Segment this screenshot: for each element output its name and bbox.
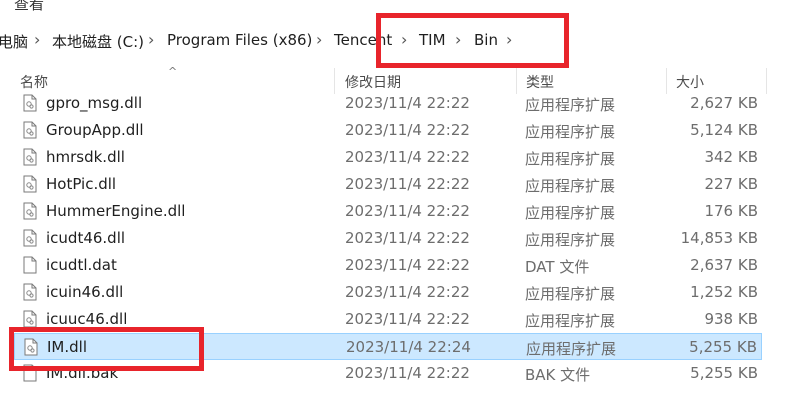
dll-icon [23, 229, 37, 247]
dll-icon [23, 121, 37, 139]
file-type: 应用程序扩展 [525, 231, 616, 249]
file-date: 2023/11/4 22:22 [345, 364, 470, 382]
file-name: GroupApp.dll [46, 121, 144, 139]
file-type: 应用程序扩展 [525, 204, 616, 222]
file-name: HotPic.dll [46, 175, 117, 193]
file-date: 2023/11/4 22:22 [345, 229, 470, 247]
chevron-right-icon[interactable]: › [148, 30, 154, 49]
file-type: DAT 文件 [525, 258, 590, 276]
file-size: 14,853 KB [680, 229, 758, 247]
chevron-right-icon[interactable]: › [34, 30, 40, 49]
breadcrumb-this-pc[interactable]: 电脑 [0, 31, 28, 52]
file-row[interactable]: HotPic.dll 2023/11/4 22:22 应用程序扩展 227 KB [14, 171, 762, 198]
file-size: 2,627 KB [690, 94, 758, 112]
file-name: icudt46.dll [46, 229, 126, 247]
file-date: 2023/11/4 22:22 [345, 283, 470, 301]
file-icon [23, 364, 37, 382]
chevron-right-icon[interactable]: › [401, 30, 407, 49]
file-row[interactable]: icuin46.dll 2023/11/4 22:22 应用程序扩展 1,252… [14, 279, 762, 306]
dll-icon [23, 175, 37, 193]
file-date: 2023/11/4 22:22 [345, 202, 470, 220]
file-row[interactable]: hmrsdk.dll 2023/11/4 22:22 应用程序扩展 342 KB [14, 144, 762, 171]
file-name: hmrsdk.dll [46, 148, 125, 166]
file-date: 2023/11/4 22:22 [345, 310, 470, 328]
file-date: 2023/11/4 22:24 [346, 338, 471, 356]
file-row[interactable]: GroupApp.dll 2023/11/4 22:22 应用程序扩展 5,12… [14, 117, 762, 144]
sort-ascending-icon: ^ [168, 65, 178, 78]
file-row[interactable]: gpro_msg.dll 2023/11/4 22:22 应用程序扩展 2,62… [14, 90, 762, 117]
dll-icon [24, 338, 38, 356]
file-date: 2023/11/4 22:22 [345, 148, 470, 166]
file-name: IM.dll.bak [46, 364, 119, 382]
file-size: 938 KB [704, 310, 758, 328]
file-type: 应用程序扩展 [525, 177, 616, 195]
dll-icon [23, 94, 37, 112]
breadcrumb-tim[interactable]: TIM [419, 31, 446, 49]
file-type: 应用程序扩展 [525, 150, 616, 168]
file-type: 应用程序扩展 [525, 285, 616, 303]
dll-icon [23, 283, 37, 301]
file-size: 176 KB [704, 202, 758, 220]
file-size: 5,124 KB [690, 121, 758, 139]
file-name: icuin46.dll [46, 283, 124, 301]
file-size: 1,252 KB [690, 283, 758, 301]
menu-view[interactable]: 查看 [14, 0, 44, 12]
file-row[interactable]: icudt46.dll 2023/11/4 22:22 应用程序扩展 14,85… [14, 225, 762, 252]
menu-bar: 查看 [0, 0, 788, 12]
file-row[interactable]: IM.dll.bak 2023/11/4 22:22 BAK 文件 5,255 … [14, 360, 762, 387]
chevron-right-icon[interactable]: › [316, 30, 322, 49]
file-name: icuuc46.dll [46, 310, 128, 328]
file-row[interactable]: icudtl.dat 2023/11/4 22:22 DAT 文件 2,637 … [14, 252, 762, 279]
file-size: 2,637 KB [690, 256, 758, 274]
breadcrumb[interactable]: 电脑 › 本地磁盘 (C:) › Program Files (x86) › T… [0, 24, 788, 56]
chevron-right-icon[interactable]: › [455, 30, 461, 49]
breadcrumb-bin[interactable]: Bin [474, 31, 498, 49]
dll-icon [23, 310, 37, 328]
file-row[interactable]: HummerEngine.dll 2023/11/4 22:22 应用程序扩展 … [14, 198, 762, 225]
file-name: icudtl.dat [46, 256, 117, 274]
column-header-name[interactable]: 名称 [20, 72, 48, 92]
file-row[interactable]: icuuc46.dll 2023/11/4 22:22 应用程序扩展 938 K… [14, 306, 762, 333]
file-size: 5,255 KB [689, 338, 757, 356]
chevron-right-icon[interactable]: › [506, 30, 512, 49]
file-size: 5,255 KB [690, 364, 758, 382]
column-header-size[interactable]: 大小 [676, 72, 704, 92]
file-name: HummerEngine.dll [46, 202, 186, 220]
file-name: IM.dll [47, 338, 87, 356]
file-row-selected[interactable]: IM.dll 2023/11/4 22:24 应用程序扩展 5,255 KB [14, 333, 762, 360]
column-header-type[interactable]: 类型 [526, 72, 554, 92]
file-name: gpro_msg.dll [46, 94, 143, 112]
breadcrumb-local-disk[interactable]: 本地磁盘 (C:) [52, 31, 144, 52]
file-type: 应用程序扩展 [525, 312, 616, 330]
column-divider[interactable] [766, 68, 767, 94]
file-type: 应用程序扩展 [526, 340, 617, 358]
file-type: BAK 文件 [525, 366, 591, 384]
dll-icon [23, 202, 37, 220]
file-type: 应用程序扩展 [525, 123, 616, 141]
breadcrumb-tencent[interactable]: Tencent [334, 31, 392, 49]
file-type: 应用程序扩展 [525, 96, 616, 114]
column-header-date[interactable]: 修改日期 [345, 72, 401, 92]
file-date: 2023/11/4 22:22 [345, 256, 470, 274]
file-date: 2023/11/4 22:22 [345, 121, 470, 139]
file-date: 2023/11/4 22:22 [345, 94, 470, 112]
breadcrumb-program-files[interactable]: Program Files (x86) [167, 31, 312, 49]
file-date: 2023/11/4 22:22 [345, 175, 470, 193]
file-size: 342 KB [704, 148, 758, 166]
dll-icon [23, 148, 37, 166]
file-size: 227 KB [704, 175, 758, 193]
file-icon [23, 256, 37, 274]
